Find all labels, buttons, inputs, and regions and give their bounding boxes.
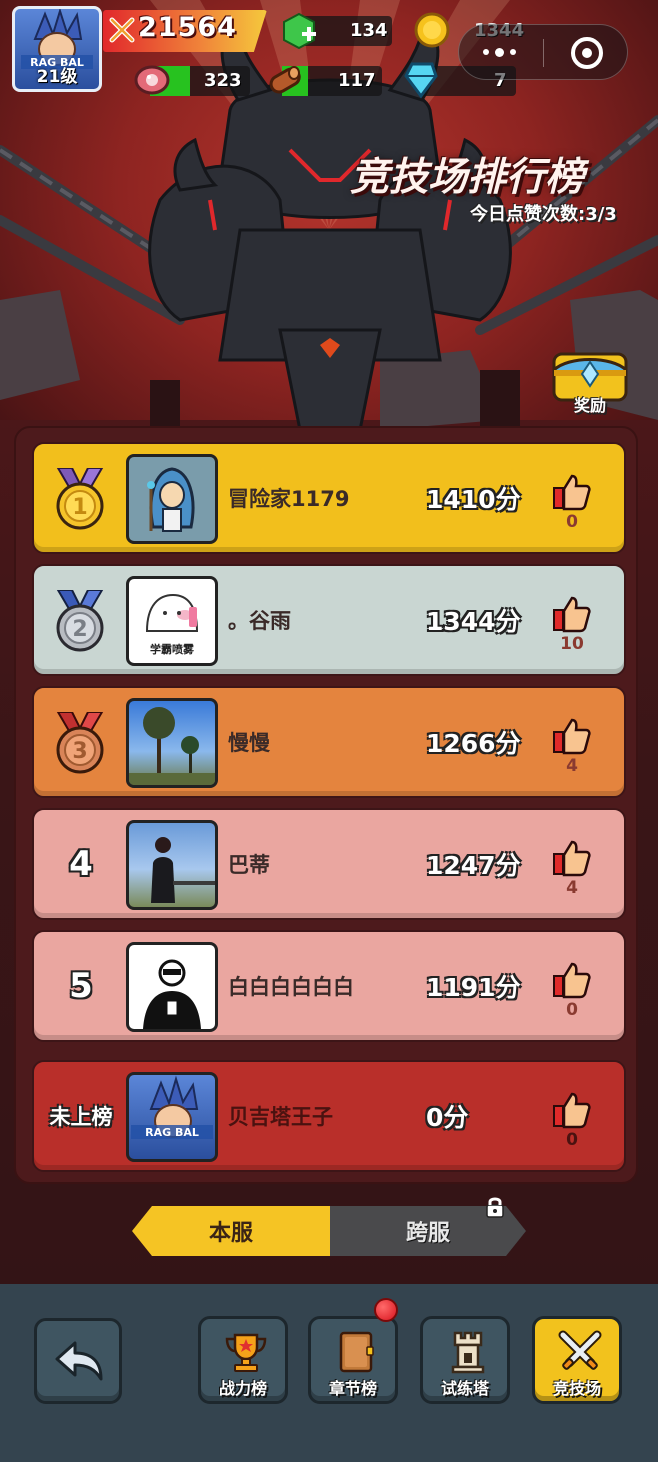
player-score-row-3: 1266分 <box>426 729 521 758</box>
ranking-row-1[interactable]: 1 冒险家1179 1410分 0 <box>32 442 626 554</box>
gold-medal-icon: 1 <box>56 468 104 530</box>
like-count-row-5: 0 <box>566 1000 578 1020</box>
rank-unranked-label: 未上榜 <box>49 1105 113 1129</box>
thumbs-up-icon[interactable] <box>552 472 592 512</box>
ranking-row-5[interactable]: 5 白白白白白白 1191分 0 <box>32 930 626 1042</box>
more-icon[interactable] <box>483 48 516 57</box>
player-score-row-4: 1247分 <box>426 851 521 880</box>
nav-arena-label: 竞技场 <box>552 1379 601 1398</box>
crossed-swords-icon <box>109 17 135 43</box>
like-count-self: 0 <box>566 1130 578 1150</box>
notification-dot <box>374 1298 398 1322</box>
book-icon <box>339 1331 374 1373</box>
avatar-caption-row-2: 学霸喷雾 <box>150 643 194 656</box>
nav-power-rank[interactable]: 战力榜 <box>198 1316 288 1404</box>
ranking-row-2[interactable]: 2 学霸喷雾 。谷雨 1344分 10 <box>32 564 626 676</box>
player-avatar[interactable]: RAG BAL 21级 <box>12 6 102 92</box>
svg-text:1: 1 <box>72 495 87 520</box>
silver-medal-icon: 2 <box>56 590 104 652</box>
back-button[interactable] <box>34 1318 122 1404</box>
player-name-self: 贝吉塔王子 <box>228 1105 333 1129</box>
player-name-row-4: 巴蒂 <box>228 853 270 877</box>
meat-value: 323 <box>204 70 242 91</box>
vegeta-avatar-icon: RAG BAL <box>131 1075 213 1139</box>
svg-text:2: 2 <box>72 617 87 642</box>
thumbs-up-icon[interactable] <box>552 594 592 634</box>
page-title: 竞技场排行榜 <box>350 155 585 200</box>
crystal-icon <box>404 62 438 99</box>
rank-number-row-4: 4 <box>69 844 93 884</box>
nav-tower[interactable]: 试练塔 <box>420 1316 510 1404</box>
player-name-row-1: 冒险家1179 <box>228 487 350 511</box>
thumbs-up-icon[interactable] <box>552 960 592 1000</box>
capsule-divider <box>543 39 544 67</box>
power-value: 21564 <box>138 12 237 43</box>
player-avatar-row-5 <box>126 942 218 1032</box>
player-avatar-row-2: 学霸喷雾 <box>126 576 218 666</box>
gold-coin-icon <box>414 12 450 48</box>
ranking-row-3[interactable]: 3 慢慢 1266分 4 <box>32 686 626 798</box>
tab-local-server[interactable]: 本服 <box>132 1206 330 1256</box>
mini-program-capsule <box>458 24 628 80</box>
crossed-swords-icon <box>558 1330 602 1370</box>
reward-button[interactable]: 奖励 <box>548 348 632 416</box>
svg-text:3: 3 <box>72 739 87 764</box>
nav-power-rank-label: 战力榜 <box>218 1379 267 1398</box>
wood-value: 117 <box>338 70 376 91</box>
person-photo-icon <box>151 837 215 903</box>
nav-chapter-rank[interactable]: 章节榜 <box>308 1316 398 1404</box>
like-count-row-3: 4 <box>566 756 578 776</box>
player-avatar-self: RAG BAL <box>126 1072 218 1162</box>
player-name-row-3: 慢慢 <box>228 731 270 755</box>
player-score-row-2: 1344分 <box>426 607 521 636</box>
player-score-row-1: 1410分 <box>426 485 521 514</box>
like-count-row-4: 4 <box>566 878 578 898</box>
palm-trees-photo-icon <box>129 707 215 785</box>
player-score-row-5: 1191分 <box>426 973 521 1002</box>
bronze-medal-icon: 3 <box>56 712 104 774</box>
likes-today: 今日点赞次数:3/3 <box>470 204 617 225</box>
thumbs-up-icon[interactable] <box>552 838 592 878</box>
nav-chapter-rank-label: 章节榜 <box>328 1379 377 1398</box>
adventurer-avatar-icon <box>147 467 195 532</box>
gems-value: 134 <box>350 20 388 41</box>
back-arrow-icon <box>55 1341 103 1381</box>
lock-icon <box>486 1197 504 1218</box>
meat-icon <box>134 65 170 95</box>
ranking-row-self[interactable]: 未上榜 RAG BAL 贝吉塔王子 0分 0 <box>32 1060 626 1172</box>
player-avatar-row-3 <box>126 698 218 788</box>
sketch-portrait-avatar-icon <box>143 959 201 1029</box>
ranking-row-4[interactable]: 4 巴蒂 1247分 4 <box>32 808 626 920</box>
tab-local-label: 本服 <box>208 1221 253 1246</box>
green-gem-plus-icon[interactable] <box>280 12 318 50</box>
like-count-row-2: 10 <box>560 634 584 654</box>
wood-log-icon <box>269 66 301 94</box>
thumbs-up-icon[interactable] <box>552 716 592 756</box>
like-count-row-1: 0 <box>566 512 578 532</box>
player-name-row-2: 。谷雨 <box>228 609 291 633</box>
arena-ranking-screen: RAG BAL 21级 21564 134 1344 323 117 <box>0 0 658 1462</box>
player-avatar-row-1 <box>126 454 218 544</box>
player-level: 21级 <box>36 67 78 87</box>
player-avatar-row-4 <box>126 820 218 910</box>
nav-arena[interactable]: 竞技场 <box>532 1316 622 1404</box>
reward-label: 奖励 <box>573 396 606 415</box>
tower-icon <box>451 1331 485 1374</box>
tab-cross-label: 跨服 <box>405 1221 450 1246</box>
rank-number-row-5: 5 <box>69 966 93 1006</box>
svg-text:RAG BAL: RAG BAL <box>145 1126 199 1139</box>
player-score-self: 0分 <box>426 1103 469 1132</box>
nav-tower-label: 试练塔 <box>440 1379 489 1398</box>
player-name-row-5: 白白白白白白 <box>228 975 354 999</box>
trophy-icon <box>225 1333 267 1372</box>
thumbs-up-icon[interactable] <box>552 1090 592 1130</box>
close-target-icon[interactable] <box>571 37 603 69</box>
